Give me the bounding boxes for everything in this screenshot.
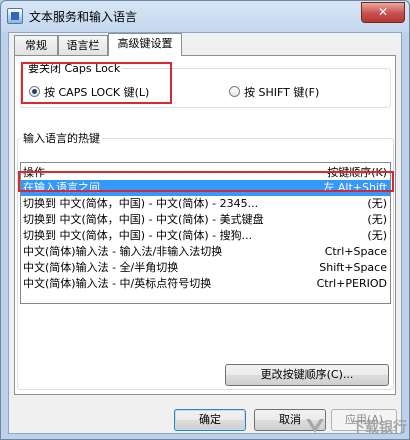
tab-general[interactable]: 常规 [14, 35, 58, 55]
ok-button[interactable]: 确定 [174, 409, 246, 431]
shift-key-label[interactable]: 按 SHIFT 键(F) [244, 84, 319, 100]
hotkey-keys: (无) [367, 229, 387, 242]
hotkey-action: 切换到 中文(简体，中国) - 中文(简体) - 搜狗... [23, 229, 253, 242]
dialog-client-area: 常规 语言栏 高级键设置 要关闭 Caps Lock 按 CAPS LOCK 键… [8, 32, 402, 434]
hotkey-keys: Ctrl+Space [324, 245, 387, 258]
tab-advanced-key-settings[interactable]: 高级键设置 [108, 33, 182, 56]
hotkey-row[interactable]: 切换到 中文(简体，中国) - 中文(简体) - 美式键盘 (无) [21, 212, 390, 228]
advanced-key-settings-panel: 要关闭 Caps Lock 按 CAPS LOCK 键(L) 按 SHIFT 键… [14, 55, 396, 395]
hotkey-row[interactable]: 切换到 中文(简体，中国) - 中文(简体) - 2345... (无) [21, 196, 390, 212]
window-title: 文本服务和输入语言 [29, 10, 138, 24]
hotkey-keys: Shift+Space [319, 261, 387, 274]
red-annotation-box-hotkey [18, 171, 394, 192]
title-bar[interactable]: 文本服务和输入语言 ✕ [1, 1, 410, 31]
close-button[interactable]: ✕ [361, 2, 405, 23]
tab-language-bar[interactable]: 语言栏 [58, 35, 108, 55]
change-key-sequence-button[interactable]: 更改按键顺序(C)... [225, 364, 389, 386]
dialog-window: 文本服务和输入语言 ✕ 常规 语言栏 高级键设置 要关闭 Caps Lock 按… [0, 0, 410, 440]
hotkey-action: 中文(简体)输入法 - 全/半角切换 [23, 261, 179, 274]
hotkey-action: 切换到 中文(简体，中国) - 中文(简体) - 美式键盘 [23, 213, 264, 226]
hotkey-row[interactable]: 切换到 中文(简体，中国) - 中文(简体) - 搜狗... (无) [21, 228, 390, 244]
red-annotation-box-caps [21, 62, 172, 104]
hotkeys-group-label: 输入语言的热键 [21, 130, 102, 146]
hotkey-action: 切换到 中文(简体，中国) - 中文(简体) - 2345... [23, 197, 259, 210]
shift-key-radio[interactable] [229, 86, 240, 97]
hotkey-keys: (无) [367, 197, 387, 210]
keyboard-app-icon [7, 8, 23, 24]
hotkey-row[interactable]: 中文(简体)输入法 - 全/半角切换 Shift+Space [21, 260, 390, 276]
hotkey-row[interactable]: 中文(简体)输入法 - 输入法/非输入法切换 Ctrl+Space [21, 244, 390, 260]
watermark-text: 下载银行 [351, 420, 407, 436]
hotkey-row[interactable]: 中文(简体)输入法 - 中/英标点符号切换 Ctrl+PERIOD [21, 276, 390, 292]
hotkey-action: 中文(简体)输入法 - 中/英标点符号切换 [23, 277, 212, 290]
hotkey-keys: Ctrl+PERIOD [316, 277, 387, 290]
hotkey-keys: (无) [367, 213, 387, 226]
hotkey-action: 中文(简体)输入法 - 输入法/非输入法切换 [23, 245, 223, 258]
watermark-logo-icon [306, 419, 324, 433]
